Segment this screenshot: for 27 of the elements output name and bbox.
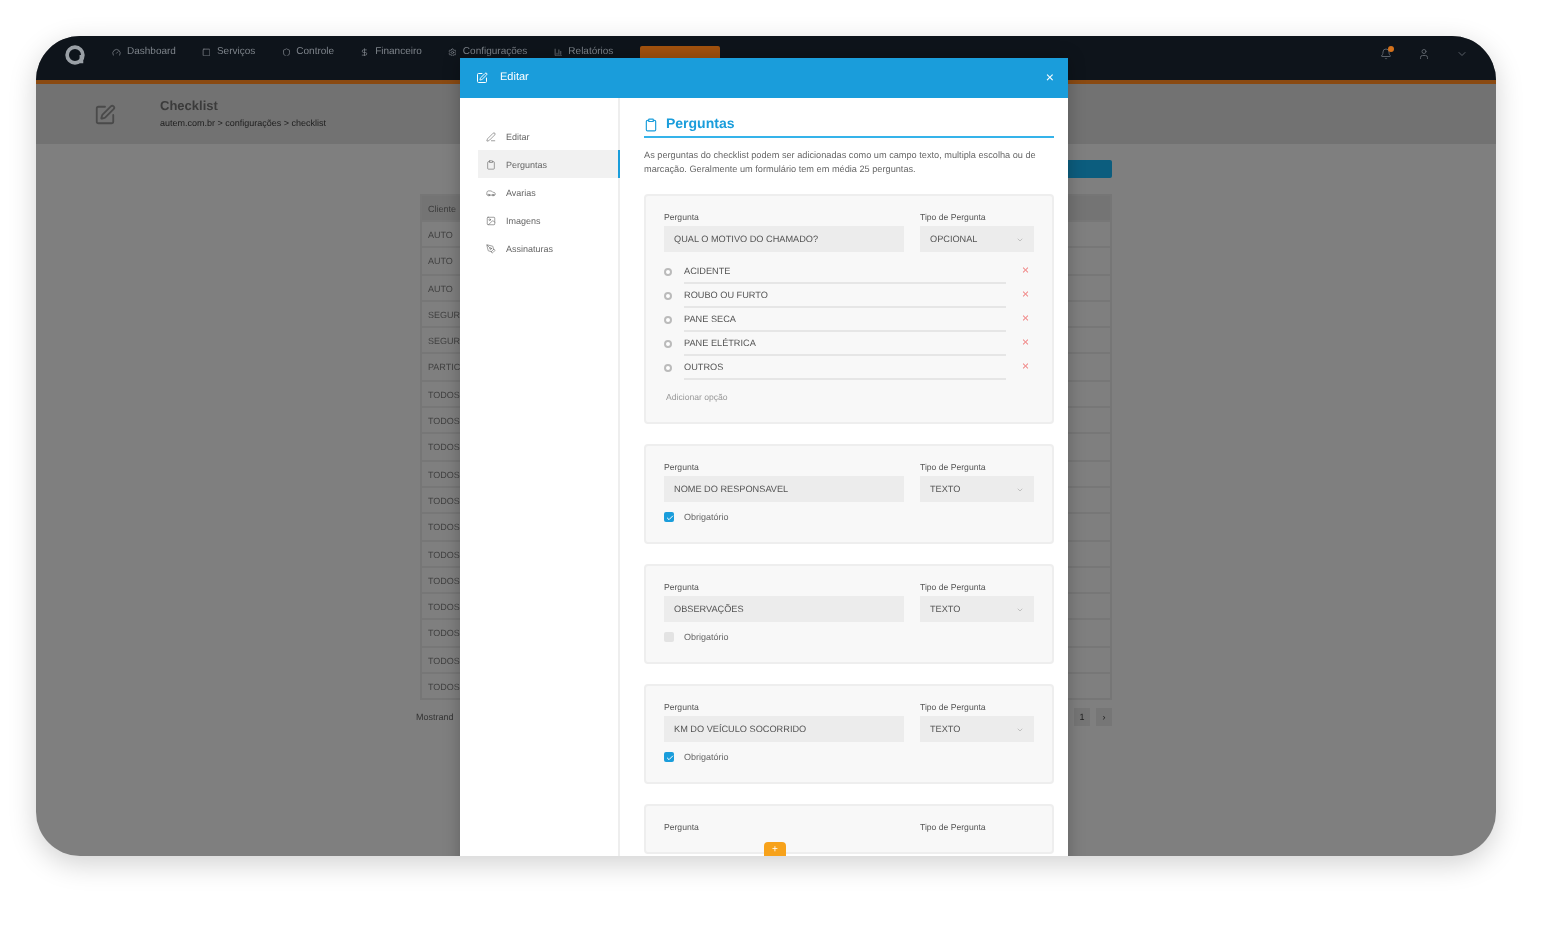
dollar-icon	[360, 47, 370, 57]
shield-icon	[281, 47, 291, 57]
bar-chart-icon	[553, 47, 563, 57]
pen-icon	[486, 131, 496, 141]
radio-button[interactable]	[664, 340, 672, 348]
clipboard-icon	[644, 118, 658, 132]
clipboard-icon	[486, 159, 496, 169]
edit-icon	[476, 72, 488, 84]
check-icon	[665, 513, 673, 521]
bell-icon[interactable]	[1380, 48, 1392, 60]
chevron-down-icon[interactable]	[1456, 48, 1468, 60]
check-icon	[665, 753, 673, 761]
pen-tool-icon	[486, 243, 496, 253]
edit-icon	[94, 103, 116, 125]
user-icon[interactable]	[1418, 48, 1430, 60]
car-icon	[486, 187, 496, 197]
radio-button[interactable]	[664, 292, 672, 300]
radio-button[interactable]	[664, 268, 672, 276]
settings-icon	[447, 47, 457, 57]
radio-button[interactable]	[664, 364, 672, 372]
logo-icon	[64, 44, 86, 66]
checkbox[interactable]	[664, 752, 674, 762]
gauge-icon	[112, 47, 121, 57]
radio-button[interactable]	[664, 316, 672, 324]
checkbox[interactable]	[664, 512, 674, 522]
square-icon	[201, 47, 211, 57]
image-icon	[486, 215, 496, 225]
